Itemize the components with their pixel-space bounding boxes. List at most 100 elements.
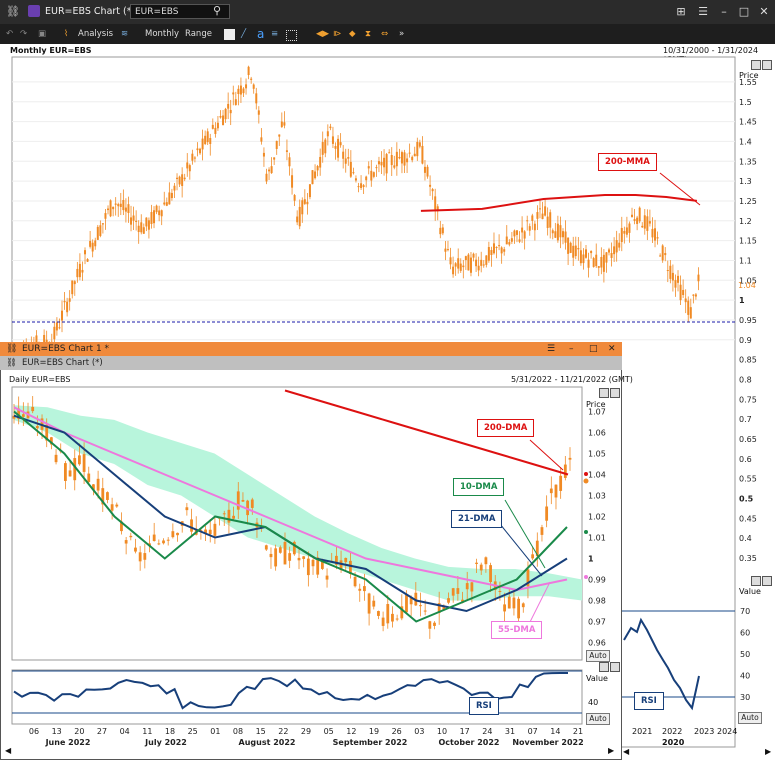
main-rsi-tick: 60 [740, 629, 750, 638]
analysis-menu[interactable]: Analysis [78, 27, 113, 41]
camera-icon[interactable]: ▣ [38, 27, 46, 41]
search-icon[interactable]: ⚲ [213, 4, 221, 17]
monthly-candle [245, 84, 248, 89]
daily-candle [68, 470, 72, 477]
zoom-fit-icon[interactable]: ⧐ [333, 27, 342, 41]
monthly-candle [293, 195, 296, 201]
link-icon[interactable]: ⛓ [6, 5, 20, 18]
monthly-candle [91, 242, 94, 252]
daily-price-tick: 0.97 [588, 618, 606, 627]
fibonacci-icon[interactable]: ≡ [271, 27, 278, 41]
text-tool-icon[interactable]: a [257, 27, 264, 41]
monthly-candle [61, 310, 64, 321]
monthly-candle [63, 300, 66, 303]
monthly-candle [247, 66, 250, 76]
monthly-candle [536, 212, 539, 219]
main-price-tick: 1.45 [739, 118, 757, 127]
inner-maximize-icon[interactable]: □ [589, 342, 598, 356]
scroll-left-icon[interactable]: ◀ [623, 747, 629, 756]
inner-menu-icon[interactable]: ☰ [547, 342, 555, 356]
dock-icon[interactable]: ⊞ [673, 4, 689, 20]
daily-candle [372, 600, 376, 607]
daily-day-tick: 05 [324, 727, 334, 736]
daily-candle [549, 488, 553, 494]
daily-auto-button[interactable]: Auto [586, 650, 610, 662]
draw-line-icon[interactable]: ╱ [241, 27, 246, 41]
monthly-candle [214, 127, 217, 134]
daily-candle [82, 454, 86, 472]
monthly-candle [585, 249, 587, 258]
daily-candle [391, 613, 394, 622]
daily-price-tick: 0.99 [588, 576, 606, 585]
daily-rsi-auto-button[interactable]: Auto [586, 713, 610, 725]
daily-candle [269, 553, 273, 558]
reset-zoom-icon[interactable]: ⇔ [381, 27, 388, 41]
monthly-candle [296, 216, 299, 223]
monthly-candle [216, 122, 219, 129]
inner-minimize-icon[interactable]: – [569, 342, 574, 356]
inner-link-icon[interactable]: ⛓ [6, 342, 17, 356]
scroll-right-icon[interactable]: ▶ [765, 747, 771, 756]
inner-close-icon[interactable]: ✕ [608, 342, 616, 356]
monthly-candle [390, 155, 393, 166]
main-price-tick: 0.55 [739, 475, 757, 484]
maximize-icon[interactable]: □ [736, 4, 752, 20]
daily-chart-title: Daily EUR=EBS [9, 375, 71, 384]
monthly-candle [78, 263, 81, 278]
interval-menu[interactable]: Monthly [145, 27, 179, 41]
monthly-candle [689, 307, 692, 319]
monthly-candle [209, 138, 212, 144]
daily-chart[interactable]: 1.07 1.06 1.05 1.04 1.03 1.02 1.01 1 0.99 0.98 0.9… [0, 386, 622, 760]
monthly-candle [684, 298, 687, 303]
zoom-vertical-icon[interactable]: ◆ [349, 27, 356, 41]
daily-candle [227, 509, 231, 523]
more-tools-icon[interactable]: » [399, 27, 404, 41]
daily-month-label: June 2022 [45, 738, 91, 747]
close-icon[interactable]: ✕ [756, 4, 772, 20]
window-title: EUR=EBS Chart (*) [45, 6, 136, 17]
daily-day-tick: 27 [97, 727, 107, 736]
main-price-tick: 1.3 [739, 177, 752, 186]
analysis-icon[interactable]: ⌇ [64, 27, 68, 41]
daily-candle [115, 504, 119, 507]
monthly-candle [508, 242, 511, 245]
daily-rsi-restore-icon[interactable] [599, 662, 609, 672]
main-rsi-auto-button[interactable]: Auto [738, 712, 762, 724]
select-box-icon[interactable] [286, 30, 297, 41]
monthly-candle [556, 223, 559, 241]
monthly-candle [579, 250, 582, 264]
monthly-candle [475, 259, 478, 267]
monthly-candle [196, 148, 199, 151]
monthly-candle [631, 214, 634, 217]
interval-icon[interactable]: ≋ [121, 27, 128, 41]
inner-window-tab[interactable]: ⛓ EUR=EBS Chart (*) [0, 356, 622, 370]
undo-icon[interactable]: ↶ [6, 27, 13, 41]
daily-candle [124, 540, 128, 544]
zoom-in-icon[interactable]: ⧗ [365, 27, 371, 41]
daily-candle [545, 506, 549, 521]
monthly-candle [283, 122, 286, 126]
monthly-candle [610, 252, 613, 258]
main-period-2020: 2020 [662, 738, 685, 747]
main-price-tick: 0.65 [739, 435, 757, 444]
minimize-icon[interactable]: – [716, 4, 732, 20]
redo-icon[interactable]: ↷ [20, 27, 27, 41]
monthly-candle [533, 223, 536, 231]
daily-rsi-close-icon[interactable] [610, 662, 620, 672]
monthly-candle [541, 213, 544, 220]
monthly-candle [127, 204, 130, 214]
monthly-candle [334, 146, 337, 149]
monthly-candle [467, 254, 470, 271]
menu-icon[interactable]: ☰ [695, 4, 711, 20]
daily-scroll-right-icon[interactable]: ▶ [608, 746, 614, 755]
monthly-candle [395, 151, 398, 167]
monthly-candle [648, 221, 651, 224]
daily-candle [152, 534, 156, 542]
monthly-candle [370, 170, 373, 181]
pan-icon[interactable]: ◀▶ [316, 27, 329, 41]
chart-type-icon[interactable] [224, 29, 235, 40]
monthly-candle [55, 322, 58, 331]
range-menu[interactable]: Range [185, 27, 212, 41]
daily-scroll-left-icon[interactable]: ◀ [5, 746, 11, 755]
monthly-candle [469, 257, 472, 273]
